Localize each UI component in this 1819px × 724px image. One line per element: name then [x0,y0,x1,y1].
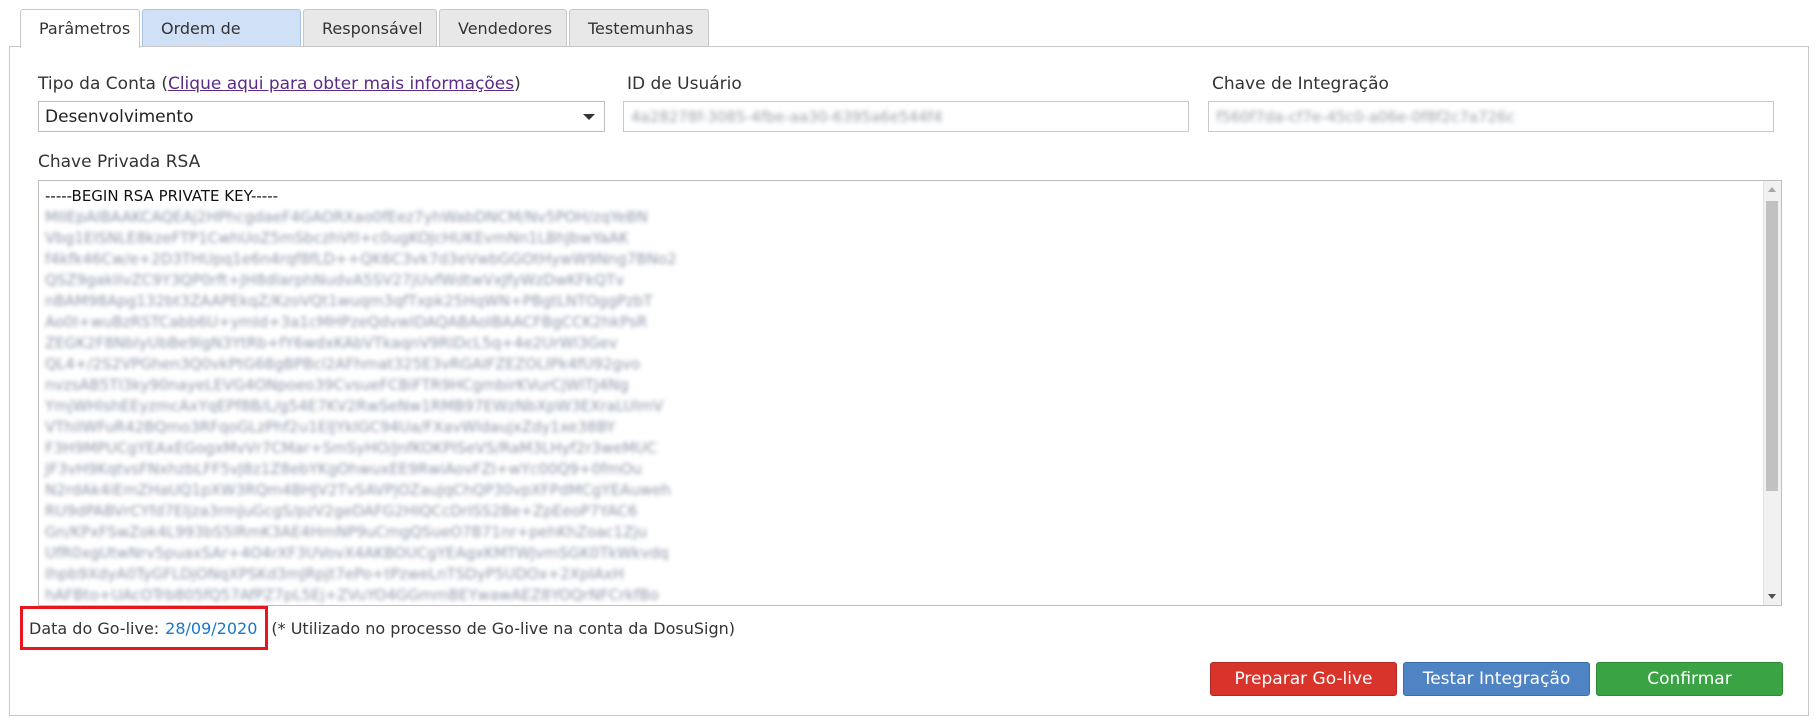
user-id-field[interactable]: 4a28278f-3085-4fbe-aa30-6395a6e544f4 [623,101,1189,132]
open-paren: ( [161,74,168,94]
rsa-key-line: f4kfk46Cw/e+2D3THUpq1e6n4rqf8fLD++QK6C3v… [45,250,677,268]
scroll-down-icon[interactable] [1768,594,1776,599]
prepare-golive-button[interactable]: Preparar Go-live [1210,662,1397,696]
rsa-key-line: Gn/KPxFSwZok4L993bS5lRmK3AE4HmNP9uCmgQSu… [45,523,648,541]
account-type-label-text: Tipo da Conta [38,74,156,94]
rsa-key-line: nvzsAB5TI3ky90nayeLEVG4ONpoeo39CvsueFCBi… [45,376,629,394]
more-info-link[interactable]: Clique aqui para obter mais informações [168,74,514,94]
rsa-key-line: RU9dPABVrCYfd7Eljza3rmJuGcgS/pzV2geDAFG2… [45,502,638,520]
tab-ordem-de-envio[interactable]: Ordem de Envio [142,9,301,75]
tab-bar: Parâmetros Ordem de Envio Responsável Ve… [20,9,711,75]
rsa-key-line: VThiIWFuR42BQmo3RFqoGLzPhf2u1ElJYkIGC94U… [45,418,616,436]
integration-key-label: Chave de Integração [1212,74,1389,94]
tab-responsavel[interactable]: Responsável [303,9,437,46]
rsa-key-line: Ao0I+wuBzRSTCabb6U+ymId+3a1cMHPzeQdvwIDA… [45,313,648,331]
textarea-scrollbar[interactable] [1763,181,1781,605]
user-id-label: ID de Usuário [627,74,742,94]
rsa-key-line: F3H9MPUCgYEAxEGogxMvVr7CMar+SmSyHO/JnfKO… [45,439,657,457]
test-integration-button[interactable]: Testar Integração [1403,662,1590,696]
rsa-key-line: MIIEpAIBAAKCAQEAj2HPhcgdaeF4GAORXao0fEez… [45,208,648,226]
rsa-key-line: QSZ9gakIIvZC9Y3QP0rft+JH8dlarphNudvA5SV2… [45,271,625,289]
rsa-key-line: Vbg1EISNLE8kzeFTP1CwhUoZ5mSbczhVtl+c0ugK… [45,229,629,247]
integration-key-value: f560f7da-cf7e-45c0-a06e-0f8f2c7a726c [1216,108,1515,126]
rsa-key-line: nBAM98Apg132bt3ZAAPEkqZ/KzoVQt1wuqm3qfTx… [45,292,653,310]
golive-note: (* Utilizado no processo de Go-live na c… [271,618,735,638]
close-paren: ) [514,74,521,94]
account-type-select[interactable]: Desenvolvimento [38,101,605,132]
golive-label: Data do Go-live: [29,618,160,638]
rsa-key-header: -----BEGIN RSA PRIVATE KEY----- [45,187,279,205]
rsa-key-line: ZEGK2F8NblyUbBe9lgN3YtRb+fY6wdxKAbVTkaqn… [45,334,618,352]
rsa-key-line: hAFBto+UAcOTrb805fQ57AfPZ7pL5Ej+ZVuYO4GG… [45,586,659,604]
rsa-key-label: Chave Privada RSA [38,152,201,172]
rsa-key-line: UfR0xgUtwNrv5puaxSAr+4O4rXF3UVovX4AKBOUC… [45,544,669,562]
rsa-key-line: YmjWHlshEEyzmcAxYqEPf8B/L/g54E7KV2RwSeNw… [45,397,664,415]
tab-testemunhas[interactable]: Testemunhas [569,9,709,46]
confirm-button[interactable]: Confirmar [1596,662,1783,696]
rsa-key-line: N2rdAk4iEmZHaUQ1pXW3RQm4BHJV2TvSAVPjOZau… [45,481,671,499]
rsa-key-line: QL4+/2S2VPGhen3Q0vkPtG68gBPBcl2AFhmat325… [45,355,641,373]
rsa-key-line: Ihpb9XdyA0TyGFLDjONqXPSKd3mJRpjt7ePo+tPz… [45,565,625,583]
scroll-thumb[interactable] [1766,201,1778,491]
rsa-key-textarea[interactable]: -----BEGIN RSA PRIVATE KEY----- MIIEpAIB… [38,180,1782,606]
rsa-key-line: JF3vH9KqtvsFNxhzbLFF5vJ8z1Z8ebYKgOhwuxEE… [45,460,643,478]
tab-vendedores[interactable]: Vendedores [439,9,567,46]
user-id-value: 4a28278f-3085-4fbe-aa30-6395a6e544f4 [631,108,943,126]
golive-row: Data do Go-live: 28/09/2020 (* Utilizado… [20,606,735,650]
golive-date: 28/09/2020 [165,618,258,638]
account-type-label: Tipo da Conta (Clique aqui para obter ma… [38,74,521,94]
chevron-down-icon [583,114,595,120]
golive-highlight-box: Data do Go-live: 28/09/2020 [20,606,269,650]
scroll-up-icon[interactable] [1768,187,1776,192]
rsa-key-content: -----BEGIN RSA PRIVATE KEY----- MIIEpAIB… [45,186,677,605]
tab-parametros[interactable]: Parâmetros [20,9,140,48]
integration-key-field[interactable]: f560f7da-cf7e-45c0-a06e-0f8f2c7a726c [1208,101,1774,132]
account-type-selected: Desenvolvimento [45,107,194,127]
